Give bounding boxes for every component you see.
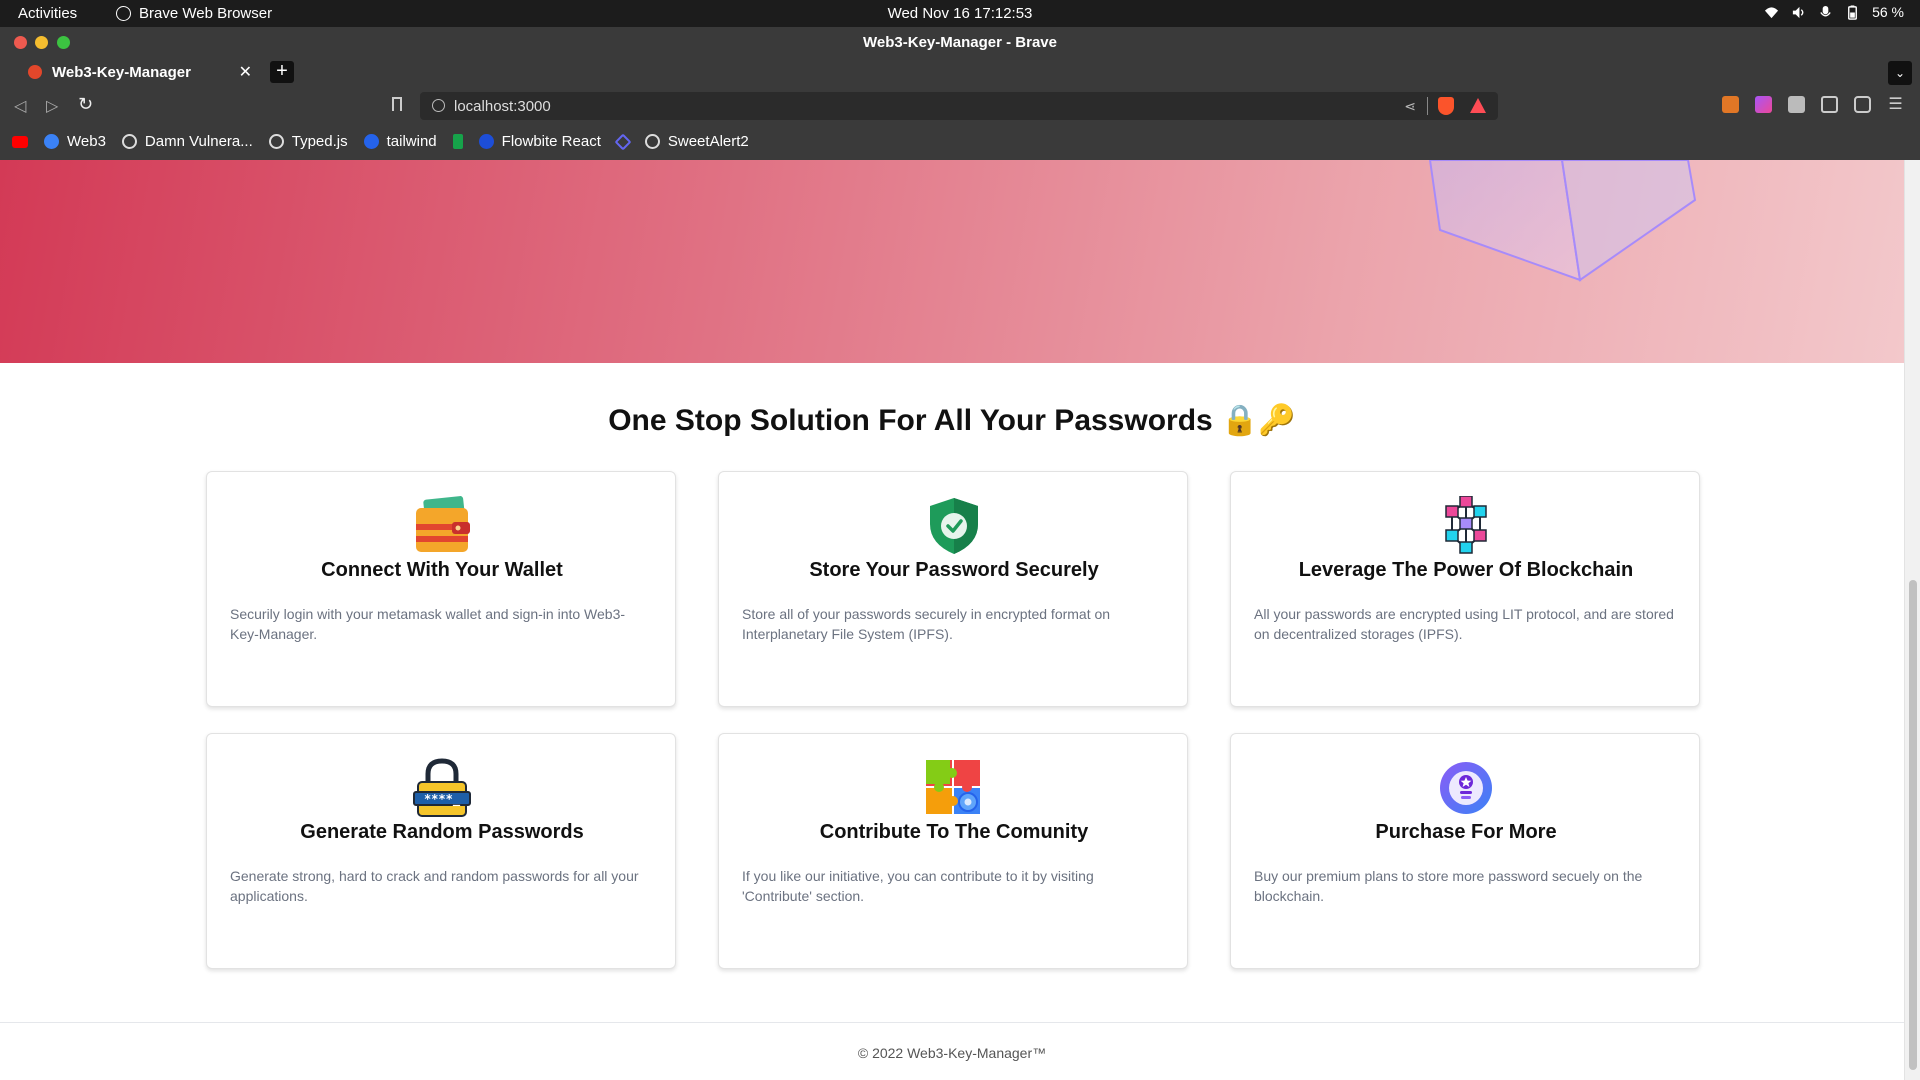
window-titlebar: Web3-Key-Manager - Brave [0,27,1920,57]
tailwind-icon [363,134,379,149]
footer-copyright: © 2022 Web3-Key-Manager™ [857,1045,1047,1061]
bookmark-web3[interactable]: Web3 [44,133,106,150]
address-bar[interactable]: localhost:3000 ⋖ [420,92,1498,120]
window-title: Web3-Key-Manager - Brave [863,34,1057,51]
tab-search-chevron-icon[interactable]: ⌄ [1888,61,1912,85]
card-title: Contribute To The Comunity [819,821,1089,843]
web3-icon [44,134,59,149]
bookmark-label: Damn Vulnera... [144,133,253,150]
card-description: If you like our initiative, you can cont… [742,868,1094,904]
premium-badge-icon [1440,762,1492,814]
cube-graphic [1428,160,1697,282]
youtube-icon [12,135,28,148]
card-description: All your passwords are encrypted using L… [1254,606,1674,642]
app-menu[interactable]: Brave Web Browser [116,5,272,22]
extension-icon[interactable] [1755,96,1772,113]
tab-favicon-icon [28,65,42,79]
site-info-icon[interactable] [432,99,445,112]
globe-icon [644,134,660,149]
nav-toolbar: ◁ ▷ ↻ localhost:3000 ⋖ ☰ [0,87,1920,125]
brave-icon [116,6,131,21]
extensions-area: ☰ [1722,96,1904,113]
bookmark-youtube[interactable] [12,135,28,148]
flowbite-icon [478,134,494,149]
footer-divider [0,1022,1904,1023]
page-scrollbar[interactable] [1904,160,1920,1080]
bookmark-dollar[interactable] [452,134,463,149]
card-description: Generate strong, hard to crack and rando… [230,868,639,904]
metamask-icon[interactable] [1722,96,1739,113]
card-title: Connect With Your Wallet [321,559,563,581]
feature-card-purchase: Purchase For More Buy our premium plans … [1230,733,1700,969]
feature-card-contribute: Contribute To The Comunity If you like o… [718,733,1188,969]
feature-card-random-passwords: ****_ Generate Random Passwords Generate… [206,733,676,969]
browser-chrome: Web3-Key-Manager - Brave Web3-Key-Manage… [0,27,1920,160]
tab-label: Web3-Key-Manager [52,63,191,81]
bookmark-label: Web3 [67,133,106,150]
blockchain-icon [1445,496,1487,554]
scrollbar-thumb[interactable] [1909,580,1917,1070]
card-title: Store Your Password Securely [809,559,1099,581]
activities-button[interactable]: Activities [18,5,77,22]
card-title: Purchase For More [1375,821,1557,843]
new-tab-button[interactable]: + [270,61,294,83]
feature-card-blockchain: Leverage The Power Of Blockchain All you… [1230,471,1700,707]
url-text[interactable]: localhost:3000 [454,98,551,115]
bookmark-label: tailwind [386,133,437,150]
dollar-icon [452,134,463,149]
bookmark-diamond[interactable] [614,133,632,150]
back-icon[interactable]: ◁ [14,96,26,116]
puzzle-extensions-icon[interactable] [1788,96,1805,113]
sidebar-icon[interactable] [1821,96,1838,113]
globe-icon [268,134,284,149]
bookmarks-bar: Web3 Damn Vulnera... Typed.js tailwind F… [0,125,1920,158]
brave-rewards-icon[interactable] [1470,98,1486,113]
brave-shields-icon[interactable] [1438,97,1454,115]
bookmark-typedjs[interactable]: Typed.js [268,133,348,150]
battery-percent: 56 % [1872,4,1904,20]
wifi-icon [1765,6,1779,18]
tab-strip: Web3-Key-Manager ✕ + ⌄ [0,57,1920,87]
card-description: Buy our premium plans to store more pass… [1254,868,1643,904]
system-tray[interactable]: 56 % [1764,4,1904,20]
close-tab-icon[interactable]: ✕ [239,62,252,82]
wallet-toolbar-icon[interactable] [1854,96,1871,113]
bookmark-icon[interactable] [392,97,402,111]
feature-card-secure-storage: Store Your Password Securely Store all o… [718,471,1188,707]
diamond-icon [614,133,632,150]
reload-icon[interactable]: ↻ [78,94,93,115]
bookmark-flowbite-react[interactable]: Flowbite React [478,133,601,150]
page-headline: One Stop Solution For All Your Passwords… [608,404,1296,437]
card-title: Leverage The Power Of Blockchain [1298,559,1634,581]
volume-icon [1792,6,1804,18]
svg-text:****_: ****_ [424,792,461,807]
shield-check-icon [930,498,978,554]
app-name: Brave Web Browser [139,5,273,22]
page-viewport: One Stop Solution For All Your Passwords… [0,160,1904,1080]
menu-icon[interactable]: ☰ [1887,96,1904,113]
card-description: Securily login with your metamask wallet… [230,606,626,642]
share-icon[interactable]: ⋖ [1404,98,1416,115]
forward-icon[interactable]: ▷ [46,96,58,116]
clock[interactable]: Wed Nov 16 17:12:53 [0,5,1920,22]
tab-web3-key-manager[interactable]: Web3-Key-Manager ✕ [10,57,262,87]
bookmark-tailwind[interactable]: tailwind [363,133,437,150]
system-top-bar: Activities Brave Web Browser Wed Nov 16 … [0,0,1920,27]
microphone-icon [1820,5,1831,16]
globe-icon [121,134,137,149]
bookmark-damn-vulnerable[interactable]: Damn Vulnera... [121,133,253,150]
card-description: Store all of your passwords securely in … [742,606,1111,642]
padlock-password-icon: ****_ [413,758,471,817]
wallet-icon [416,496,470,552]
bookmark-label: Flowbite React [501,133,601,150]
hero-banner [0,160,1904,363]
bookmark-sweetalert2[interactable]: SweetAlert2 [644,133,749,150]
puzzle-icon [926,760,980,814]
feature-card-wallet: Connect With Your Wallet Securily login … [206,471,676,707]
bookmark-label: Typed.js [291,133,348,150]
battery-icon [1848,4,1858,20]
divider [1427,97,1428,115]
bookmark-label: SweetAlert2 [667,133,749,150]
card-title: Generate Random Passwords [300,821,584,843]
